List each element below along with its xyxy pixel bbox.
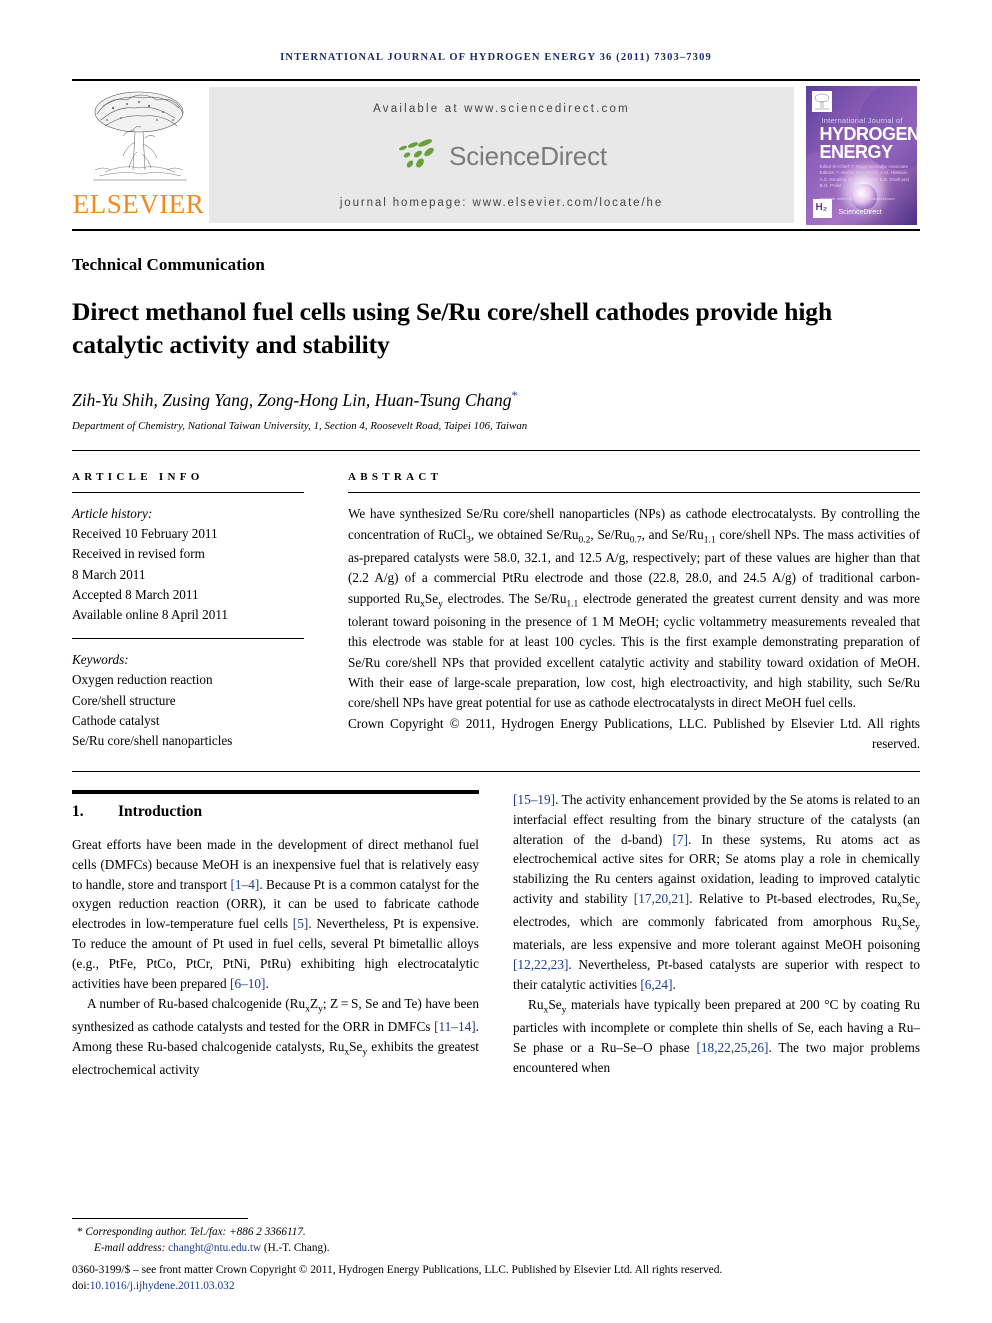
footnote-star: * (77, 1226, 83, 1239)
sciencedirect-panel: Available at www.sciencedirect.com Scien… (209, 87, 794, 223)
sciencedirect-logo: ScienceDirect (396, 137, 607, 176)
sciencedirect-leaf-icon (396, 137, 442, 176)
abstract-rule (348, 492, 920, 494)
paragraph: RuxSey materials have typically been pre… (513, 997, 920, 1076)
doi-line: doi:10.1016/j.ijhydene.2011.03.032 (72, 1278, 920, 1295)
elsevier-wordmark: ELSEVIER (72, 189, 205, 219)
keyword-item: Oxygen reduction reaction (72, 672, 213, 688)
article-history-label: Article history: (72, 506, 153, 522)
masthead-band: ELSEVIER Available at www.sciencedirect.… (72, 79, 920, 231)
article-history-item: Available online 8 April 2011 (72, 607, 229, 623)
keyword-item: Cathode catalyst (72, 712, 160, 728)
paragraph: A number of Ru-based chalcogenide (RuxZy… (72, 996, 479, 1078)
email-link[interactable]: changht@ntu.edu.tw (168, 1242, 261, 1254)
journal-cover-image: International Journal of HYDROGEN ENERGY… (805, 85, 917, 225)
keyword-item: Core/shell structure (72, 692, 176, 708)
abstract-heading: ABSTRACT (348, 471, 443, 484)
sciencedirect-wordmark: ScienceDirect (449, 140, 607, 171)
info-abstract-section: ARTICLE INFO Article history: Received 1… (72, 471, 920, 755)
page-footer: * Corresponding author. Tel./fax: +886 2… (72, 1218, 920, 1295)
elsevier-tree-icon (83, 86, 195, 190)
abstract-text: We have synthesized Se/Ru core/shell nan… (348, 506, 920, 711)
article-history-item: Received 10 February 2011 (72, 526, 218, 542)
email-note: E-mail address: changht@ntu.edu.tw (H.-T… (72, 1241, 920, 1257)
keyword-item: Se/Ru core/shell nanoparticles (72, 732, 233, 748)
corresponding-author-note: * Corresponding author. Tel./fax: +886 2… (72, 1225, 920, 1241)
cover-h2-text: H₂ (815, 201, 828, 213)
paragraph: Great efforts have been made in the deve… (72, 836, 479, 992)
article-history-item: Accepted 8 March 2011 (72, 586, 199, 602)
article-info-heading: ARTICLE INFO (72, 471, 204, 484)
divider-below-abstract (72, 770, 920, 772)
section-heading-introduction: 1. Introduction (72, 803, 479, 821)
doi-link[interactable]: 10.1016/j.ijhydene.2011.03.032 (90, 1280, 235, 1292)
keywords-rule (72, 638, 304, 640)
email-label: E-mail address: (94, 1242, 166, 1255)
abstract-column: ABSTRACT We have synthesized Se/Ru core/… (348, 471, 920, 755)
divider-above-info (72, 450, 920, 452)
affiliation: Department of Chemistry, National Taiwan… (72, 420, 528, 433)
paragraph: [15–19]. The activity enhancement provid… (513, 791, 921, 993)
issn-copyright-line: 0360-3199/$ – see front matter Crown Cop… (72, 1263, 723, 1276)
cover-h2-badge: H₂ (812, 198, 832, 218)
section-number: 1. (72, 802, 84, 820)
body-column-right: [15–19]. The activity enhancement provid… (513, 790, 920, 1080)
cover-line3: ENERGY (819, 141, 894, 162)
journal-homepage-link[interactable]: journal homepage: www.elsevier.com/locat… (340, 197, 663, 209)
doi-label: doi: (72, 1280, 90, 1293)
cover-line2: HYDROGEN (819, 123, 917, 144)
author-names: Zih-Yu Shih, Zusing Yang, Zong-Hong Lin,… (72, 390, 512, 411)
corresponding-author-marker: * (511, 388, 518, 403)
corresponding-author-text: Corresponding author. Tel./fax: +886 2 3… (85, 1226, 306, 1239)
body-columns: 1. Introduction Great efforts have been … (72, 789, 920, 1080)
article-history-item: Received in revised form (72, 546, 205, 562)
elsevier-logo-block: ELSEVIER (72, 81, 205, 229)
keywords-label: Keywords: (72, 652, 129, 668)
page-title: Direct methanol fuel cells using Se/Ru c… (72, 297, 833, 360)
email-suffix: (H.-T. Chang). (263, 1242, 330, 1255)
section-title: Introduction (118, 802, 203, 820)
cover-elsevier-mark (811, 90, 832, 112)
cover-sciencedirect-badge: ScienceDirect (838, 208, 882, 216)
abstract-copyright: Crown Copyright © 2011, Hydrogen Energy … (348, 715, 920, 752)
article-history-item: 8 March 2011 (72, 566, 146, 582)
available-at-text: Available at www.sciencedirect.com (373, 103, 630, 115)
article-type-label: Technical Communication (72, 255, 265, 274)
running-head: INTERNATIONAL JOURNAL OF HYDROGEN ENERGY… (280, 52, 712, 63)
section-heavy-rule (72, 789, 479, 794)
journal-cover-block: International Journal of HYDROGEN ENERGY… (800, 81, 920, 229)
author-list: Zih-Yu Shih, Zusing Yang, Zong-Hong Lin,… (72, 388, 920, 411)
article-info-rule (72, 492, 304, 494)
body-column-left: 1. Introduction Great efforts have been … (72, 789, 479, 1080)
article-info-column: ARTICLE INFO Article history: Received 1… (72, 471, 304, 755)
journal-article-page: INTERNATIONAL JOURNAL OF HYDROGEN ENERGY… (0, 0, 992, 1323)
footnote-rule (72, 1218, 248, 1220)
